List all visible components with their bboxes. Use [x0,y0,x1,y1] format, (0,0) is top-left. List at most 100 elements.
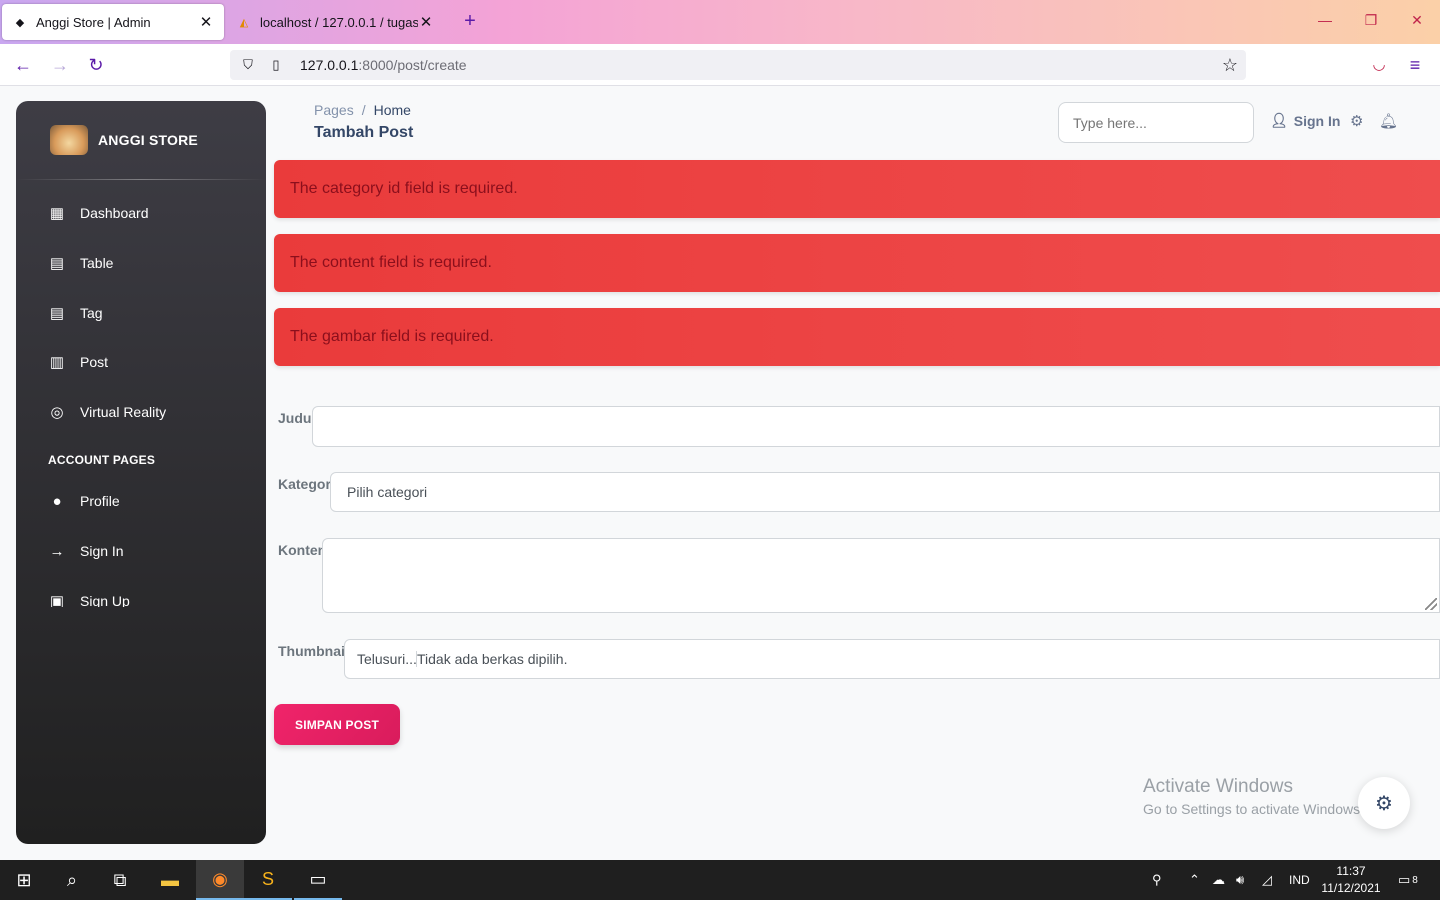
browser-navbar: ← → ↻ ⛉ ▯ 127.0.0.1 :8000/post/create ☆ … [0,44,1440,86]
sidebar-item-sign-up[interactable]: ▣ Sign Up [46,583,130,607]
file-explorer-icon[interactable]: ▬ [146,860,194,900]
start-icon[interactable]: ⊞ [0,860,48,900]
people-icon[interactable]: ⚲ [1152,860,1162,900]
brand[interactable]: ANGGI STORE [50,125,198,155]
user-icon: 👤︎ [1270,112,1288,128]
sign-in-label: Sign In [1293,112,1341,129]
sidebar-item-label: Virtual Reality [80,404,167,420]
forward-button[interactable]: → [47,52,73,78]
reload-button[interactable]: ↻ [83,52,109,78]
signin-icon: → [49,542,65,560]
firefox-icon[interactable]: ◉ [196,860,244,900]
bell-icon[interactable]: 🔔︎ [1379,112,1398,130]
close-window-button[interactable]: ✕ [1402,12,1432,32]
judul-input[interactable] [312,406,1440,447]
sign-in-link[interactable]: 👤︎ Sign In [1270,112,1340,129]
section-heading-account: ACCOUNT PAGES [48,453,156,467]
error-alert: The gambar field is required. [274,308,1440,366]
sidebar-item-label: Table [80,255,114,271]
tag-icon: ▤ [49,305,65,322]
dashboard-icon: ▦ [49,205,65,222]
judul-label: Judul [278,410,316,426]
sidebar-item-sign-in[interactable]: → Sign In [46,533,124,569]
sidebar: ANGGI STORE ▦ Dashboard ▤ Table ▤ Tag ▥ … [16,101,266,844]
sublime-text-icon[interactable]: S [244,860,292,900]
page-icon: ▯ [272,57,280,72]
sidebar-clip: ▣ Sign Up [16,583,266,607]
sidebar-item-label: Post [80,354,109,370]
watermark-subtitle: Go to Settings to activate Windows. [1143,801,1364,817]
mask-icon: ◆ [15,16,25,29]
thumbnail-file-input[interactable]: Telusuri... Tidak ada berkas dipilih. [344,639,1440,679]
watermark-title: Activate Windows [1143,776,1293,797]
breadcrumb: Pages / Home [314,102,413,118]
windows-taskbar: ⊞ ⌕ ⧉ ▬ ◉ S ▭ ⚲ ⌃ ☁ 🔊︎ ◿ IND 11:37 11/12… [0,860,1440,900]
tab-title: localhost / 127.0.0.1 / tugas2 / p [260,14,418,30]
sidebar-item-label: Tag [80,305,103,321]
kategori-select[interactable]: Pilih categori [330,472,1440,512]
search-icon[interactable]: ⌕ [48,860,96,900]
sidebar-item-label: Sign Up [80,593,130,607]
minimize-button[interactable]: — [1310,12,1340,32]
gear-icon[interactable]: ⚙ [1350,112,1363,130]
sidebar-item-table[interactable]: ▤ Table [46,245,114,281]
sidebar-item-label: Sign In [80,543,124,559]
page-title: Tambah Post [314,124,414,141]
terminal-icon[interactable]: ▭ [294,860,342,900]
close-tab-icon[interactable]: ✕ [198,13,214,31]
notification-icon[interactable]: ▭ 8 [1398,860,1418,900]
breadcrumb-home: Home [373,102,411,118]
alert-text: The gambar field is required. [290,328,494,345]
sidebar-item-dashboard[interactable]: ▦ Dashboard [46,195,149,231]
browse-button[interactable]: Telusuri... [357,651,417,667]
sidebar-item-tag[interactable]: ▤ Tag [46,295,103,331]
konten-textarea[interactable] [322,538,1440,613]
url-bar[interactable]: ⛉ ▯ 127.0.0.1 :8000/post/create ☆ [230,50,1246,80]
breadcrumb-pages[interactable]: Pages [314,102,354,118]
settings-fab-gear-icon[interactable]: ⚙ [1358,777,1410,829]
alert-text: The content field is required. [290,254,492,271]
url-host: 127.0.0.1 [300,57,359,73]
page-header: Pages / Home Tambah Post [314,102,413,142]
menu-icon[interactable]: ≡ [1402,52,1428,78]
signup-icon: ▣ [49,593,65,607]
notification-count: 8 [1412,874,1418,886]
tab-anggi-store[interactable]: ◆ Anggi Store | Admin ✕ [2,4,224,40]
language-indicator[interactable]: IND [1289,860,1310,900]
user-icon: ● [52,492,62,510]
konten-label: Konten [278,542,327,558]
shield-icon[interactable]: ⛉ [238,57,258,73]
resize-handle-icon[interactable] [1425,598,1437,610]
clock-date: 11/12/2021 [1321,881,1381,895]
tab-title: Anggi Store | Admin [36,14,151,30]
clock-time: 11:37 [1336,864,1366,878]
table-icon: ▤ [49,255,65,272]
sidebar-item-label: Dashboard [80,205,149,221]
sidebar-item-post[interactable]: ▥ Post [46,344,108,380]
pocket-icon[interactable]: ◡ [1366,52,1392,78]
restore-button[interactable]: ❐ [1356,12,1386,32]
new-tab-button[interactable]: + [458,10,482,34]
phpmyadmin-icon: ◭ [239,16,249,29]
clock[interactable]: 11:37 11/12/2021 [1318,863,1384,897]
volume-icon[interactable]: 🔊︎ [1236,860,1244,900]
wifi-icon[interactable]: ◿ [1262,860,1272,900]
browser-tab-strip: ◆ Anggi Store | Admin ✕ ◭ localhost / 12… [0,0,1440,44]
onedrive-icon[interactable]: ☁ [1212,860,1225,900]
tab-phpmyadmin[interactable]: ◭ localhost / 127.0.0.1 / tugas2 / p ✕ [230,4,440,40]
sidebar-divider [16,179,266,180]
back-button[interactable]: ← [10,52,36,78]
post-icon: ▥ [49,354,65,371]
task-view-icon[interactable]: ⧉ [96,860,144,900]
store-logo [50,125,88,155]
sidebar-item-profile[interactable]: ● Profile [46,483,119,519]
activate-windows-watermark: Activate Windows Go to Settings to activ… [1143,776,1364,817]
vr-icon: ◎ [50,404,64,421]
sidebar-item-virtual-reality[interactable]: ◎ Virtual Reality [46,394,166,430]
chevron-up-icon[interactable]: ⌃ [1189,860,1200,900]
save-post-button[interactable]: SIMPAN POST [274,704,400,745]
search-input[interactable] [1058,102,1254,143]
url-path: :8000/post/create [358,57,467,73]
bookmark-star-icon[interactable]: ☆ [1222,55,1238,76]
close-tab-icon[interactable]: ✕ [418,13,434,31]
